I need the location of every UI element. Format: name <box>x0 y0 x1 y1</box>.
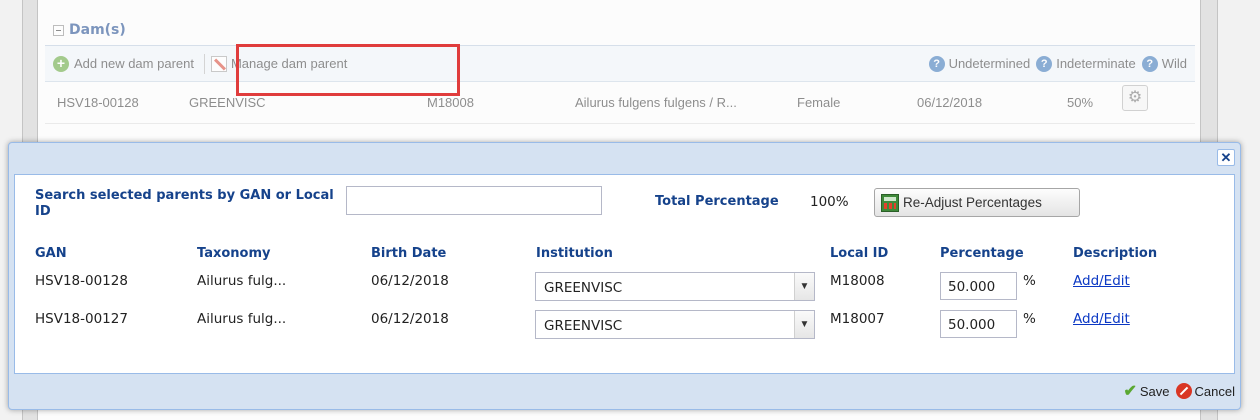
cancel-icon <box>1175 383 1192 399</box>
legend-indeterminate: Indeterminate <box>1056 56 1136 71</box>
search-label: Search selected parents by GAN or Local … <box>35 188 334 219</box>
add-dam-parent-button[interactable]: + Add new dam parent <box>53 55 194 72</box>
percentage-input[interactable]: 50.000 <box>940 310 1017 338</box>
cancel-label: Cancel <box>1194 383 1235 399</box>
pencil-icon <box>210 55 227 72</box>
add-dam-parent-label: Add new dam parent <box>74 56 194 71</box>
collapse-icon[interactable] <box>53 24 64 36</box>
check-icon: ✔ <box>1123 383 1137 400</box>
dam-taxonomy: Ailurus fulgens fulgens / R... <box>575 95 737 110</box>
total-percentage-label: Total Percentage <box>655 194 779 209</box>
institution-select[interactable]: GREENVISC ▼ <box>535 310 815 339</box>
manage-dam-parent-dialog: ✕ Search selected parents by GAN or Loca… <box>8 142 1241 410</box>
institution-select[interactable]: GREENVISC ▼ <box>535 272 815 301</box>
dam-institution: GREENVISC <box>189 95 266 110</box>
local-id-cell: M18007 <box>830 311 885 327</box>
save-label: Save <box>1139 383 1170 399</box>
cancel-button[interactable]: Cancel <box>1175 383 1235 399</box>
legend-wild: Wild <box>1161 56 1187 71</box>
dam-local-id: M18008 <box>427 95 474 110</box>
header-birth-date: Birth Date <box>371 246 447 261</box>
add-edit-description-link[interactable]: Add/Edit <box>1073 273 1130 289</box>
taxonomy-cell: Ailurus fulg... <box>197 273 287 289</box>
header-percentage: Percentage <box>940 246 1024 261</box>
help-icon[interactable]: ? <box>1036 55 1053 72</box>
local-id-cell: M18008 <box>830 273 885 289</box>
calculator-icon <box>881 193 899 212</box>
toolbar-separator <box>203 53 205 74</box>
gear-icon[interactable]: ⚙ <box>1122 85 1148 111</box>
dialog-footer: ✔ Save Cancel <box>14 374 1235 408</box>
highlight-annotation <box>236 44 460 96</box>
birth-date-cell: 06/12/2018 <box>371 311 449 327</box>
dam-gan: HSV18-00128 <box>57 95 139 110</box>
institution-value: GREENVISC <box>544 280 623 296</box>
dam-sex: Female <box>797 95 841 110</box>
chevron-down-icon[interactable]: ▼ <box>794 311 814 338</box>
dam-toolbar: + Add new dam parent Manage dam parent ?… <box>45 46 1195 82</box>
dam-section: Dam(s) + Add new dam parent Manage dam p… <box>45 15 1195 145</box>
header-gan: GAN <box>35 246 67 261</box>
search-input[interactable] <box>346 186 602 215</box>
institution-value: GREENVISC <box>544 318 623 334</box>
header-local-id: Local ID <box>830 246 889 261</box>
add-edit-description-link[interactable]: Add/Edit <box>1073 311 1130 327</box>
status-legend: ? Undetermined ? Indeterminate ? Wild <box>923 55 1187 72</box>
taxonomy-cell: Ailurus fulg... <box>197 311 287 327</box>
table-row[interactable]: HSV18-00128 GREENVISC M18008 Ailurus ful… <box>45 82 1195 124</box>
add-icon: + <box>53 55 69 72</box>
total-percentage-value: 100% <box>810 194 849 210</box>
birth-date-cell: 06/12/2018 <box>371 273 449 289</box>
percentage-input[interactable]: 50.000 <box>940 272 1017 300</box>
dam-section-title: Dam(s) <box>69 22 126 38</box>
readjust-label: Re-Adjust Percentages <box>903 195 1042 210</box>
gan-cell: HSV18-00128 <box>35 273 128 289</box>
help-icon[interactable]: ? <box>1141 55 1158 72</box>
dam-section-header[interactable]: Dam(s) <box>45 15 1195 46</box>
dam-percentage: 50% <box>1067 95 1094 110</box>
save-button[interactable]: ✔ Save <box>1123 381 1169 401</box>
percent-unit: % <box>1023 273 1036 289</box>
dam-birth-date: 06/12/2018 <box>917 95 983 110</box>
percent-unit: % <box>1023 311 1036 327</box>
close-icon[interactable]: ✕ <box>1217 149 1235 166</box>
header-taxonomy: Taxonomy <box>197 246 271 261</box>
gan-cell: HSV18-00127 <box>35 311 128 327</box>
header-description: Description <box>1073 246 1158 261</box>
legend-undetermined: Undetermined <box>948 56 1031 71</box>
dialog-body: Search selected parents by GAN or Local … <box>14 174 1235 374</box>
chevron-down-icon[interactable]: ▼ <box>794 273 814 300</box>
header-institution: Institution <box>536 246 613 261</box>
readjust-percentages-button[interactable]: Re-Adjust Percentages <box>874 188 1080 217</box>
help-icon[interactable]: ? <box>928 55 945 72</box>
